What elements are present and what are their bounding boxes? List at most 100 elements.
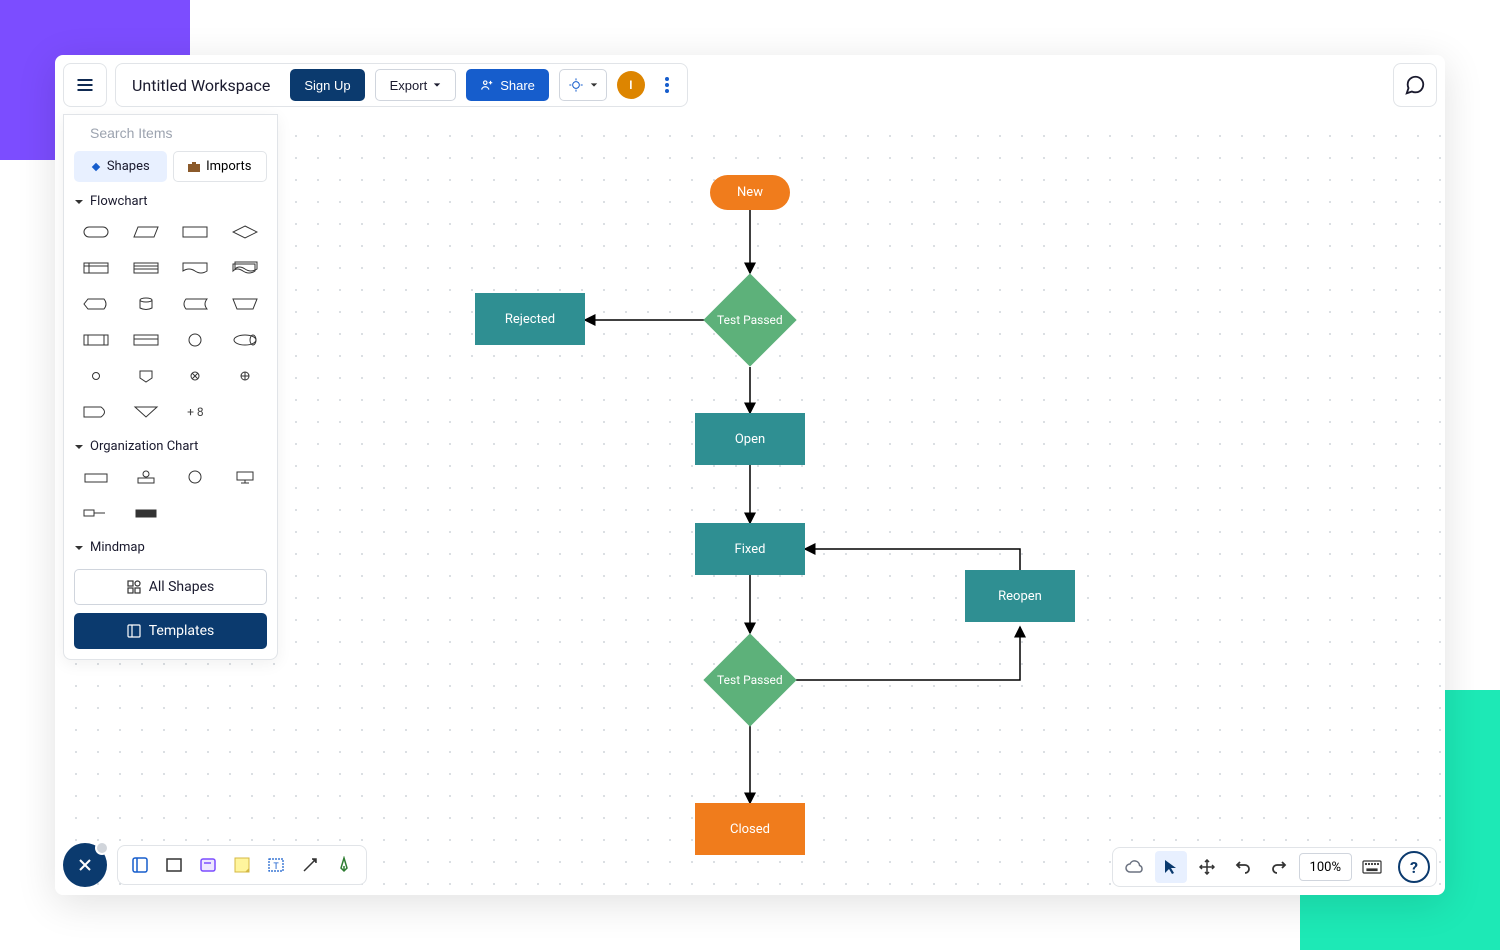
redo-button[interactable]	[1263, 851, 1295, 883]
chat-icon	[1404, 74, 1426, 96]
shape-merge[interactable]	[124, 397, 168, 427]
caret-down-icon	[433, 81, 441, 89]
tool-card[interactable]	[192, 849, 224, 881]
avatar[interactable]: I	[617, 71, 645, 99]
shape-org-label[interactable]	[74, 498, 118, 528]
briefcase-icon	[188, 162, 200, 172]
question-icon: ?	[1410, 858, 1418, 877]
diamond-icon	[91, 162, 101, 172]
chevron-down-icon	[74, 543, 84, 553]
share-icon	[480, 78, 494, 92]
keyboard-icon	[1362, 860, 1382, 874]
templates-button[interactable]: Templates	[74, 613, 267, 649]
pan-tool[interactable]	[1191, 851, 1223, 883]
panel-tabs: Shapes Imports	[74, 151, 267, 182]
shape-org-filled[interactable]	[124, 498, 168, 528]
caret-down-icon	[590, 81, 598, 89]
undo-icon	[1235, 860, 1251, 874]
shape-terminator[interactable]	[74, 217, 118, 247]
export-button[interactable]: Export	[375, 69, 457, 101]
share-button[interactable]: Share	[466, 69, 549, 101]
sparkle-icon	[568, 77, 584, 93]
chat-button[interactable]	[1393, 63, 1437, 107]
tool-text[interactable]: T	[260, 849, 292, 881]
signup-button[interactable]: Sign Up	[290, 69, 364, 101]
shape-stored-data[interactable]	[174, 289, 218, 319]
tool-pen[interactable]	[328, 849, 360, 881]
undo-button[interactable]	[1227, 851, 1259, 883]
tool-layout[interactable]	[124, 849, 156, 881]
shape-decision[interactable]	[223, 217, 267, 247]
shape-org-box[interactable]	[74, 462, 118, 492]
shape-subroutine[interactable]	[74, 325, 118, 355]
cursor-icon	[1164, 859, 1178, 875]
tool-connector[interactable]	[294, 849, 326, 881]
shape-org-person[interactable]	[124, 462, 168, 492]
svg-text:T: T	[273, 862, 279, 872]
flowchart-shapes: + 8	[74, 217, 267, 427]
keyboard-shortcuts[interactable]	[1356, 851, 1388, 883]
all-shapes-button[interactable]: All Shapes	[74, 569, 267, 605]
sync-status[interactable]	[1119, 851, 1151, 883]
quick-tools: T	[117, 845, 367, 885]
shape-display[interactable]	[74, 289, 118, 319]
ai-assist-button[interactable]	[559, 69, 607, 101]
shape-manual-operation[interactable]	[223, 289, 267, 319]
notification-dot	[95, 841, 109, 855]
bottom-right-toolbar: 100% ?	[1112, 847, 1437, 887]
shape-on-page-ref[interactable]	[74, 361, 118, 391]
tab-imports[interactable]: Imports	[173, 151, 268, 182]
search-input[interactable]	[90, 125, 271, 141]
chevron-down-icon	[74, 442, 84, 452]
menu-button[interactable]	[63, 63, 107, 107]
section-mindmap[interactable]: Mindmap	[74, 540, 267, 555]
shape-document[interactable]	[174, 253, 218, 283]
shape-org-monitor[interactable]	[223, 462, 267, 492]
shape-summing[interactable]	[174, 361, 218, 391]
more-shapes-button[interactable]: + 8	[174, 397, 218, 427]
shape-connector[interactable]	[174, 325, 218, 355]
node-closed[interactable]: Closed	[695, 803, 805, 855]
shape-delay[interactable]	[74, 397, 118, 427]
shape-multi-document[interactable]	[223, 253, 267, 283]
node-test-passed-1[interactable]: Test Passed	[703, 273, 796, 366]
tab-shapes[interactable]: Shapes	[74, 151, 167, 182]
orgchart-shapes	[74, 462, 267, 528]
tool-rectangle[interactable]	[158, 849, 190, 881]
node-rejected[interactable]: Rejected	[475, 293, 585, 345]
help-button[interactable]: ?	[1398, 851, 1430, 883]
node-new[interactable]: New	[710, 175, 790, 210]
move-icon	[1199, 859, 1215, 875]
shape-card[interactable]	[124, 325, 168, 355]
title-bar: Untitled Workspace Sign Up Export Share …	[115, 63, 688, 107]
section-flowchart[interactable]: Flowchart	[74, 194, 267, 209]
tool-sticky-note[interactable]	[226, 849, 258, 881]
chevron-down-icon	[74, 197, 84, 207]
bottom-left-toolbar: T	[63, 843, 367, 887]
node-fixed[interactable]: Fixed	[695, 523, 805, 575]
shapes-icon	[127, 580, 141, 594]
shape-direct-data[interactable]	[223, 325, 267, 355]
workspace-title[interactable]: Untitled Workspace	[132, 76, 270, 95]
zoom-level[interactable]: 100%	[1299, 853, 1352, 881]
node-test-passed-2[interactable]: Test Passed	[703, 633, 796, 726]
shape-data[interactable]	[124, 217, 168, 247]
shape-internal-storage[interactable]	[74, 253, 118, 283]
shape-database[interactable]	[124, 289, 168, 319]
templates-icon	[127, 624, 141, 638]
hamburger-icon	[75, 75, 95, 95]
close-panel-button[interactable]	[63, 843, 107, 887]
shape-org-circle[interactable]	[174, 462, 218, 492]
shape-or[interactable]	[223, 361, 267, 391]
shape-predefined[interactable]	[124, 253, 168, 283]
node-open[interactable]: Open	[695, 413, 805, 465]
shape-process[interactable]	[174, 217, 218, 247]
redo-icon	[1271, 860, 1287, 874]
shape-off-page-ref[interactable]	[124, 361, 168, 391]
cursor-tool[interactable]	[1155, 851, 1187, 883]
more-menu-button[interactable]	[655, 69, 679, 101]
node-reopen[interactable]: Reopen	[965, 570, 1075, 622]
app-window: Untitled Workspace Sign Up Export Share …	[55, 55, 1445, 895]
close-icon	[77, 857, 93, 873]
section-orgchart[interactable]: Organization Chart	[74, 439, 267, 454]
